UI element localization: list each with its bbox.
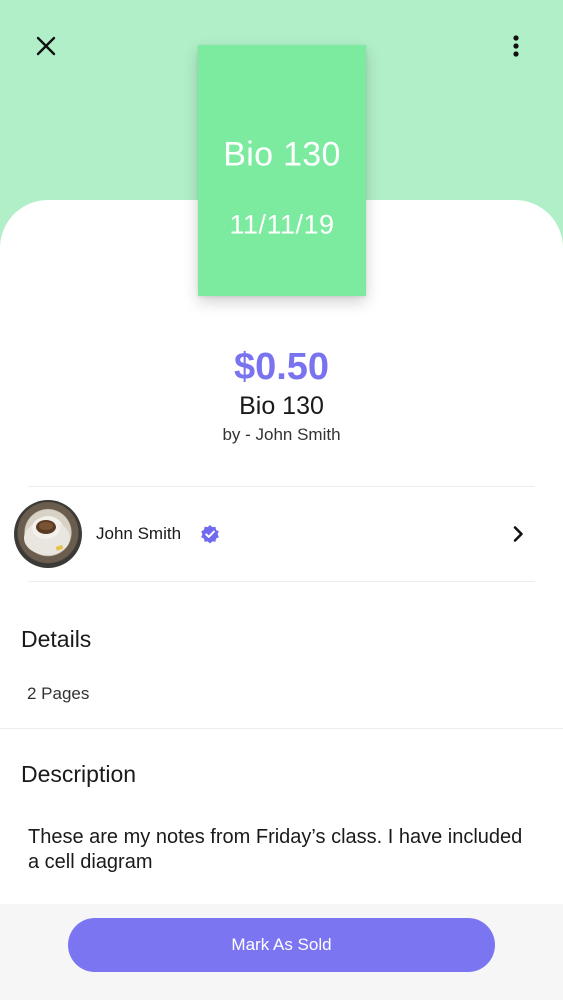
footer-bar: Mark As Sold xyxy=(0,904,563,1000)
close-button[interactable] xyxy=(28,28,64,64)
content-sheet xyxy=(0,200,563,1000)
avatar xyxy=(14,500,82,568)
more-vertical-icon xyxy=(513,35,519,57)
more-options-button[interactable] xyxy=(498,28,534,64)
description-text: These are my notes from Friday’s class. … xyxy=(28,826,523,873)
description-heading: Description xyxy=(21,761,137,787)
verified-badge-icon xyxy=(201,525,219,544)
listing-title: Bio 130 xyxy=(239,392,324,420)
seller-row[interactable]: John Smith xyxy=(0,488,563,580)
cover-title: Bio 130 xyxy=(223,135,341,174)
divider xyxy=(28,486,535,487)
listing-byline: by - John Smith xyxy=(222,425,341,444)
chevron-right-icon xyxy=(513,526,523,542)
cover-date: 11/11/19 xyxy=(229,209,335,240)
divider xyxy=(0,728,563,729)
notes-cover: Bio 130 11/11/19 xyxy=(198,45,366,296)
divider xyxy=(28,581,535,582)
listing-price: $0.50 xyxy=(233,346,330,388)
close-icon xyxy=(36,36,56,56)
seller-name: John Smith xyxy=(96,524,182,543)
mark-as-sold-button[interactable]: Mark As Sold xyxy=(68,918,495,972)
details-heading: Details xyxy=(21,626,92,652)
page-count: 2 Pages xyxy=(27,684,90,703)
